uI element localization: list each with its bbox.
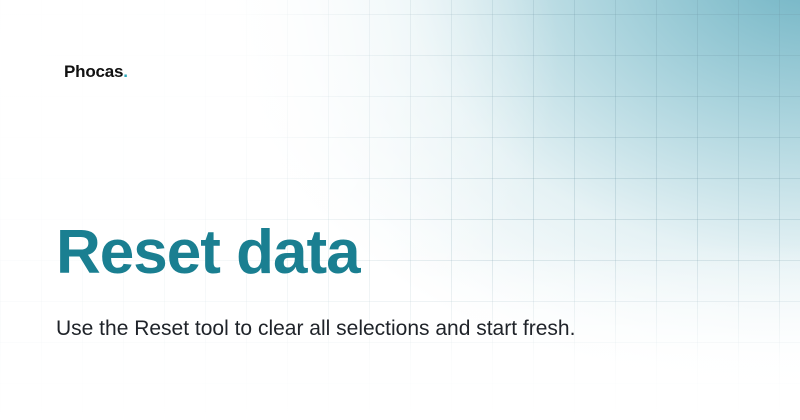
logo-dot: . — [123, 62, 128, 81]
logo-wordmark: Phocas — [64, 62, 124, 81]
phocas-logo: Phocas. — [64, 62, 128, 82]
banner-canvas: Phocas. Reset data Use the Reset tool to… — [0, 0, 800, 420]
page-title: Reset data — [56, 218, 361, 287]
page-subtitle: Use the Reset tool to clear all selectio… — [56, 317, 576, 340]
